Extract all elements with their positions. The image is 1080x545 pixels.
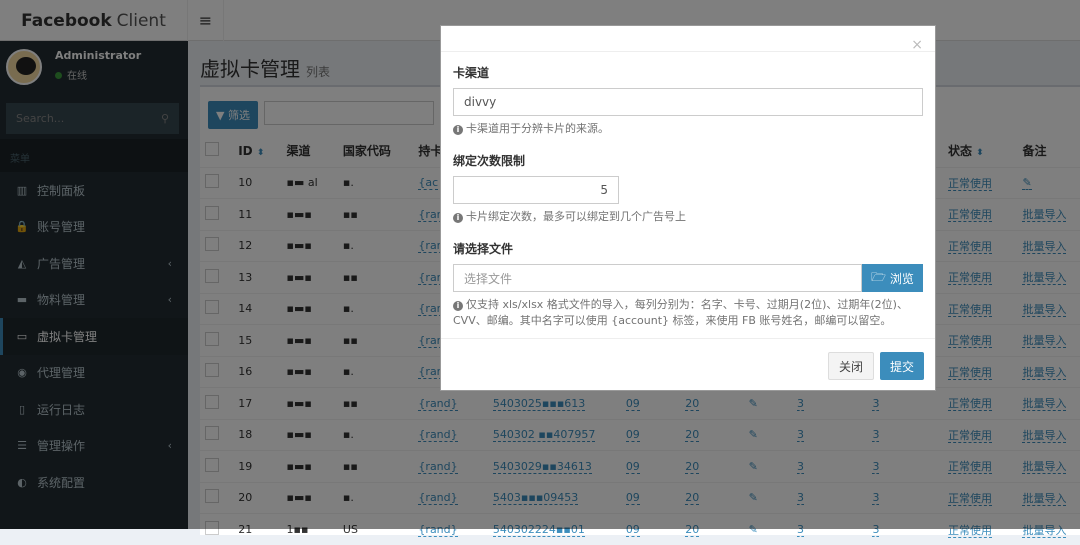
limit-input[interactable]: 5 [453,176,619,204]
info-icon: i [453,301,463,311]
file-input[interactable]: 选择文件 [453,264,862,292]
submit-button[interactable]: 提交 [880,352,924,380]
channel-input[interactable]: divvy [453,88,923,116]
limit-label: 绑定次数限制 [453,152,923,169]
limit-help: 卡片绑定次数，最多可以绑定到几个广告号上 [466,210,686,223]
close-button[interactable]: 关闭 [828,352,874,380]
file-label: 请选择文件 [453,240,923,257]
file-help: 仅支持 xls/xlsx 格式文件的导入，每列分别为：名字、卡号、过期月(2位)… [453,298,908,327]
import-modal: × 卡渠道 divvy i卡渠道用于分辨卡片的来源。 绑定次数限制 5 i卡片绑… [440,25,936,391]
channel-help: 卡渠道用于分辨卡片的来源。 [466,122,609,135]
info-icon: i [453,125,463,135]
close-icon[interactable]: × [911,37,923,53]
channel-label: 卡渠道 [453,64,923,81]
folder-open-icon: 🗁 [871,268,890,289]
info-icon: i [453,213,463,223]
browse-button[interactable]: 🗁 浏览 [862,264,923,292]
